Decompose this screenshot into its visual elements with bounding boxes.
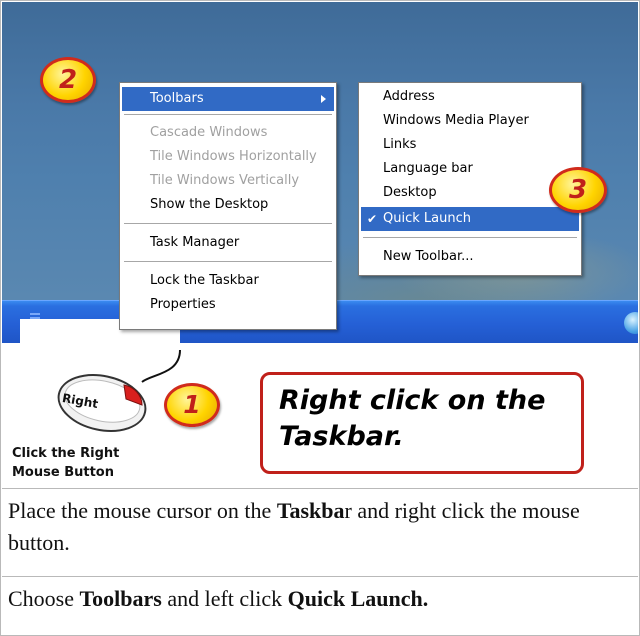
instruction-text: Choose xyxy=(8,586,80,611)
instruction-bold: Taskba xyxy=(276,498,345,523)
instruction-step-2: Choose Toolbars and left click Quick Lau… xyxy=(2,576,638,634)
instruction-callout: Right click on the Taskbar. xyxy=(260,372,584,474)
mouse-caption-line2: Mouse Button xyxy=(12,465,114,480)
callout-line1: Right click on the xyxy=(279,385,546,416)
instruction-bold: Quick Launch. xyxy=(287,586,429,611)
mouse-caption-line1: Click the Right xyxy=(12,446,120,461)
mouse-caption: Click the Right Mouse Button xyxy=(12,444,162,482)
instruction-bold: Toolbars xyxy=(79,586,162,611)
instruction-text: Place the mouse cursor on the xyxy=(8,498,277,523)
instruction-text: and left click xyxy=(161,586,288,611)
instruction-step-1: Place the mouse cursor on the Taskbar an… xyxy=(2,488,638,574)
callout-line2: Taskbar. xyxy=(279,421,404,452)
screenshot-panel: Toolbars Cascade Windows Tile Windows Ho… xyxy=(2,2,638,486)
